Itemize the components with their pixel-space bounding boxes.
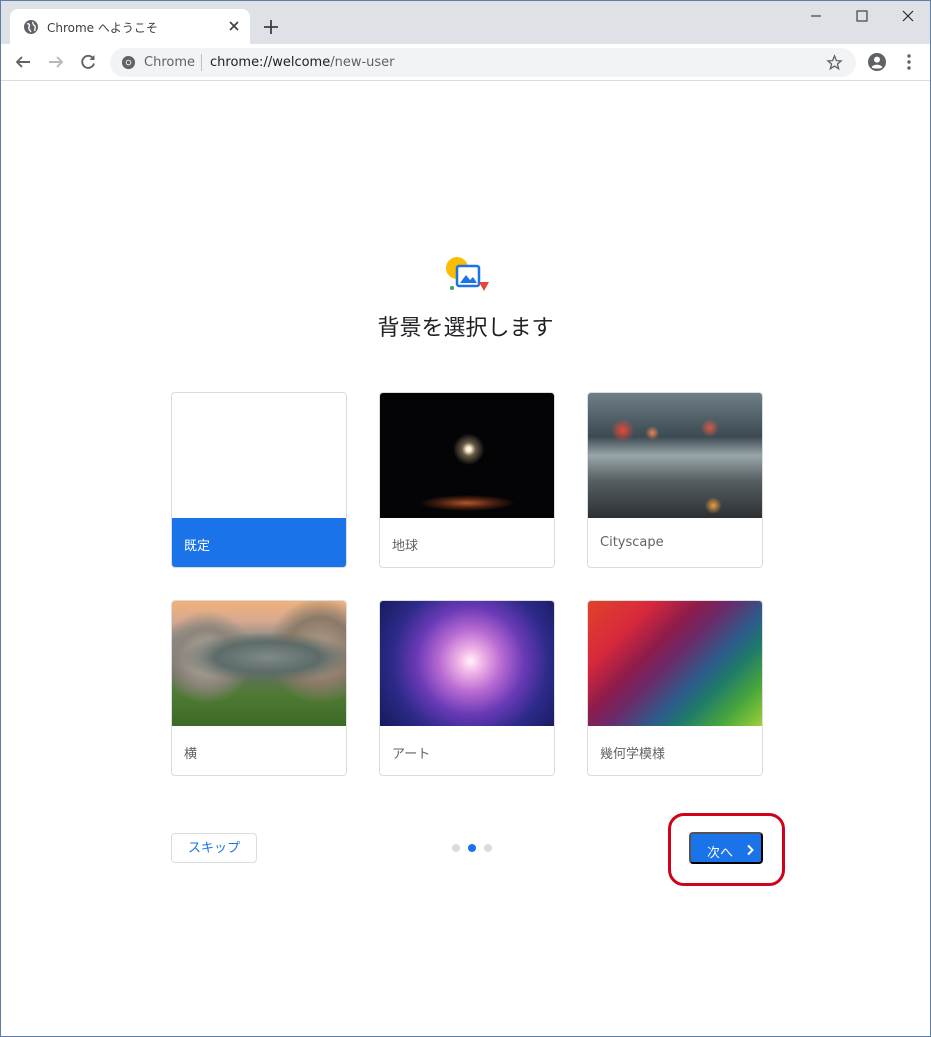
next-button-label: 次へ — [707, 845, 734, 860]
thumbnail-earth — [380, 393, 554, 518]
skip-button[interactable]: スキップ — [171, 833, 257, 863]
background-card-art[interactable]: アート — [379, 600, 555, 776]
background-card-cityscape[interactable]: Cityscape — [587, 392, 763, 568]
url-path: /new-user — [330, 55, 395, 70]
card-label: 既定 — [172, 518, 346, 567]
window-close-icon[interactable] — [884, 5, 930, 27]
thumbnail-blank — [172, 393, 346, 518]
thumbnail-landscape — [172, 601, 346, 726]
url-host: chrome://welcome — [210, 55, 331, 70]
thumbnail-art — [380, 601, 554, 726]
new-tab-icon[interactable] — [262, 18, 280, 36]
minimize-icon[interactable] — [793, 5, 839, 27]
background-grid: 既定 地球 Cityscape 横 アート 幾何学模様 — [171, 392, 763, 776]
card-label: Cityscape — [600, 535, 664, 550]
thumbnail-cityscape — [588, 393, 762, 518]
card-label: アート — [392, 747, 431, 762]
page-title: 背景を選択します — [377, 316, 554, 341]
back-arrow-icon[interactable] — [13, 52, 33, 72]
omnibox[interactable]: Chrome chrome://welcome/new-user — [110, 48, 856, 77]
next-button[interactable]: 次へ — [689, 832, 763, 864]
background-card-landscape[interactable]: 横 — [171, 600, 347, 776]
background-card-earth[interactable]: 地球 — [379, 392, 555, 568]
chevron-right-icon — [747, 844, 754, 856]
background-card-geometric[interactable]: 幾何学模様 — [587, 600, 763, 776]
chrome-logo-icon — [121, 55, 136, 70]
close-icon[interactable] — [226, 18, 242, 34]
thumbnail-geometric — [588, 601, 762, 726]
omnibox-url[interactable]: chrome://welcome/new-user — [210, 55, 395, 70]
omnibox-chip: Chrome — [144, 55, 195, 70]
toolbar: Chrome chrome://welcome/new-user — [1, 44, 930, 81]
globe-icon — [24, 20, 38, 34]
tab-strip: Chrome へようこそ — [1, 1, 930, 44]
step-dot-3 — [484, 844, 492, 852]
step-dot-1 — [452, 844, 460, 852]
step-indicator — [452, 844, 496, 852]
kebab-menu-icon[interactable] — [899, 52, 919, 72]
profile-avatar-icon[interactable] — [867, 52, 887, 72]
tab-welcome[interactable]: Chrome へようこそ — [10, 9, 250, 44]
card-label: 横 — [184, 747, 198, 762]
bookmark-star-icon[interactable] — [826, 54, 843, 71]
tab-title: Chrome へようこそ — [47, 21, 158, 35]
background-card-default[interactable]: 既定 — [171, 392, 347, 568]
maximize-icon[interactable] — [839, 5, 885, 27]
card-label: 地球 — [392, 539, 419, 554]
forward-arrow-icon[interactable] — [46, 52, 66, 72]
step-dot-2-active — [468, 844, 476, 852]
reload-icon[interactable] — [78, 52, 98, 72]
browser-window: Chrome へようこそ Chrome chrome://welcome/new… — [0, 0, 931, 1037]
card-label: 幾何学模様 — [600, 747, 666, 762]
wallpaper-icon — [446, 257, 489, 291]
omnibox-separator — [201, 54, 202, 71]
